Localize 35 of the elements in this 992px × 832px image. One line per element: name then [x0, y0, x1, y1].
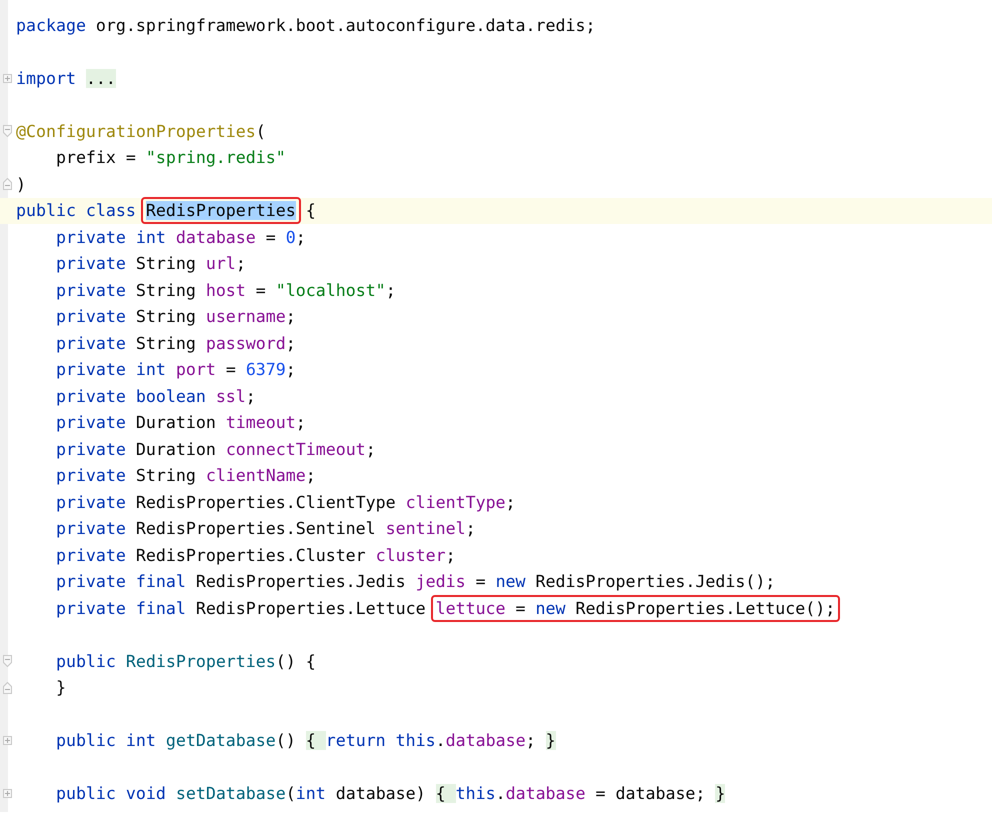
code-line: private RedisProperties.Sentinel sentinel; — [54, 519, 476, 538]
code-line: private RedisProperties.ClientType clientType; — [54, 492, 516, 512]
code-line: private final RedisProperties.Jedis jedis = new RedisProperties.Jedis(); — [54, 572, 776, 592]
code-line: ) — [16, 174, 26, 194]
code-line: public int getDatabase() { return this.database; } — [54, 731, 556, 750]
code-line: private String url; — [54, 254, 246, 274]
code-text: private final RedisProperties.Lettuce — [54, 598, 427, 618]
code-line: public void setDatabase(int database) { this.database = database; } — [54, 784, 726, 804]
collapse-icon[interactable] — [3, 655, 12, 668]
code-line: private int port = 6379; — [54, 360, 296, 380]
code-text: { — [304, 201, 316, 220]
collapse-icon[interactable] — [3, 125, 12, 138]
code-line: private Duration connectTimeout; — [54, 440, 376, 459]
code-line: import ... — [16, 68, 116, 88]
code-line: package org.springframework.boot.autoconfigure.data.redis; — [16, 16, 596, 35]
code-line: prefix = "spring.redis" — [54, 148, 286, 168]
expand-icon[interactable] — [3, 736, 12, 746]
collapse-icon[interactable] — [3, 178, 12, 190]
code-line: public RedisProperties() { — [54, 652, 316, 671]
code-line: private String host = "localhost"; — [54, 280, 396, 300]
code-line: private int database = 0; — [54, 228, 306, 247]
code-line: private String password; — [54, 334, 296, 353]
code-line: private String username; — [54, 307, 296, 326]
code-line: } — [54, 678, 66, 698]
code-line: @ConfigurationProperties( — [16, 122, 266, 141]
collapse-icon[interactable] — [3, 682, 12, 694]
code-line: private String clientName; — [54, 466, 316, 486]
code-line: private Duration timeout; — [54, 413, 306, 432]
expand-icon[interactable] — [3, 789, 12, 798]
code-line: private RedisProperties.Cluster cluster; — [54, 546, 456, 565]
highlighted-code: lettuce = new RedisProperties.Lettuce(); — [430, 594, 840, 622]
highlighted-code: RedisProperties — [140, 197, 301, 224]
code-text: public class — [16, 201, 137, 220]
expand-icon[interactable] — [3, 74, 12, 83]
code-line: private boolean ssl; — [54, 386, 256, 406]
